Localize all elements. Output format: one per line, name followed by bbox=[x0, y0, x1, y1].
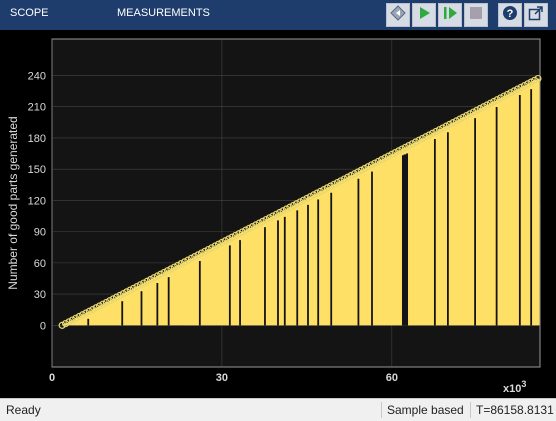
y-tick-label: 210 bbox=[28, 102, 46, 114]
undock-icon bbox=[527, 4, 545, 27]
run-icon bbox=[415, 4, 433, 27]
y-axis-label: Number of good parts generated bbox=[6, 116, 20, 289]
scope-display: 0 30 60 90 120 150 180 210 240 0 30 60 Number of g… bbox=[0, 30, 556, 398]
y-tick-label: 0 bbox=[40, 320, 46, 332]
run-button[interactable] bbox=[412, 3, 436, 27]
svg-text:?: ? bbox=[507, 8, 514, 20]
status-bar: Ready Sample based T=86158.8131 bbox=[0, 398, 556, 421]
help-icon: ? bbox=[501, 4, 519, 27]
y-tick-label: 150 bbox=[28, 164, 46, 176]
sample-mode: Sample based bbox=[387, 403, 464, 417]
undock-button[interactable] bbox=[524, 3, 548, 27]
x-tick-label: 60 bbox=[386, 372, 398, 384]
line-chart: 0 30 60 90 120 150 180 210 240 0 30 60 Number of g… bbox=[6, 38, 542, 395]
step-back-button[interactable] bbox=[386, 3, 410, 27]
step-back-icon bbox=[389, 4, 407, 27]
step-forward-button[interactable] bbox=[438, 3, 462, 27]
x-axis-ticks: 0 30 60 bbox=[49, 372, 398, 384]
scope-window: SCOPE MEASUREMENTS ? 0 30 60 90 120 150 … bbox=[0, 0, 556, 421]
status-divider bbox=[381, 402, 382, 418]
y-tick-label: 60 bbox=[34, 258, 46, 270]
y-tick-label: 240 bbox=[28, 70, 46, 82]
step-forward-icon bbox=[441, 4, 459, 27]
status-divider bbox=[470, 402, 471, 418]
help-button[interactable]: ? bbox=[498, 3, 522, 27]
status-text: Ready bbox=[6, 403, 41, 417]
x-axis-multiplier: x103 bbox=[503, 379, 526, 395]
y-tick-label: 180 bbox=[28, 133, 46, 145]
toolbar-buttons: ? bbox=[386, 3, 548, 27]
y-tick-label: 30 bbox=[34, 289, 46, 301]
tab-measurements[interactable]: MEASUREMENTS bbox=[117, 7, 210, 19]
toolstrip: SCOPE MEASUREMENTS ? bbox=[0, 0, 556, 30]
x-tick-label: 0 bbox=[49, 372, 55, 384]
simulation-time: T=86158.8131 bbox=[476, 403, 554, 417]
y-axis-ticks: 0 30 60 90 120 150 180 210 240 bbox=[28, 70, 46, 332]
stop-icon bbox=[467, 4, 485, 27]
x-tick-label: 30 bbox=[216, 372, 228, 384]
y-tick-label: 90 bbox=[34, 227, 46, 239]
y-tick-label: 120 bbox=[28, 195, 46, 207]
tab-scope[interactable]: SCOPE bbox=[10, 7, 49, 19]
stop-button[interactable] bbox=[464, 3, 488, 27]
